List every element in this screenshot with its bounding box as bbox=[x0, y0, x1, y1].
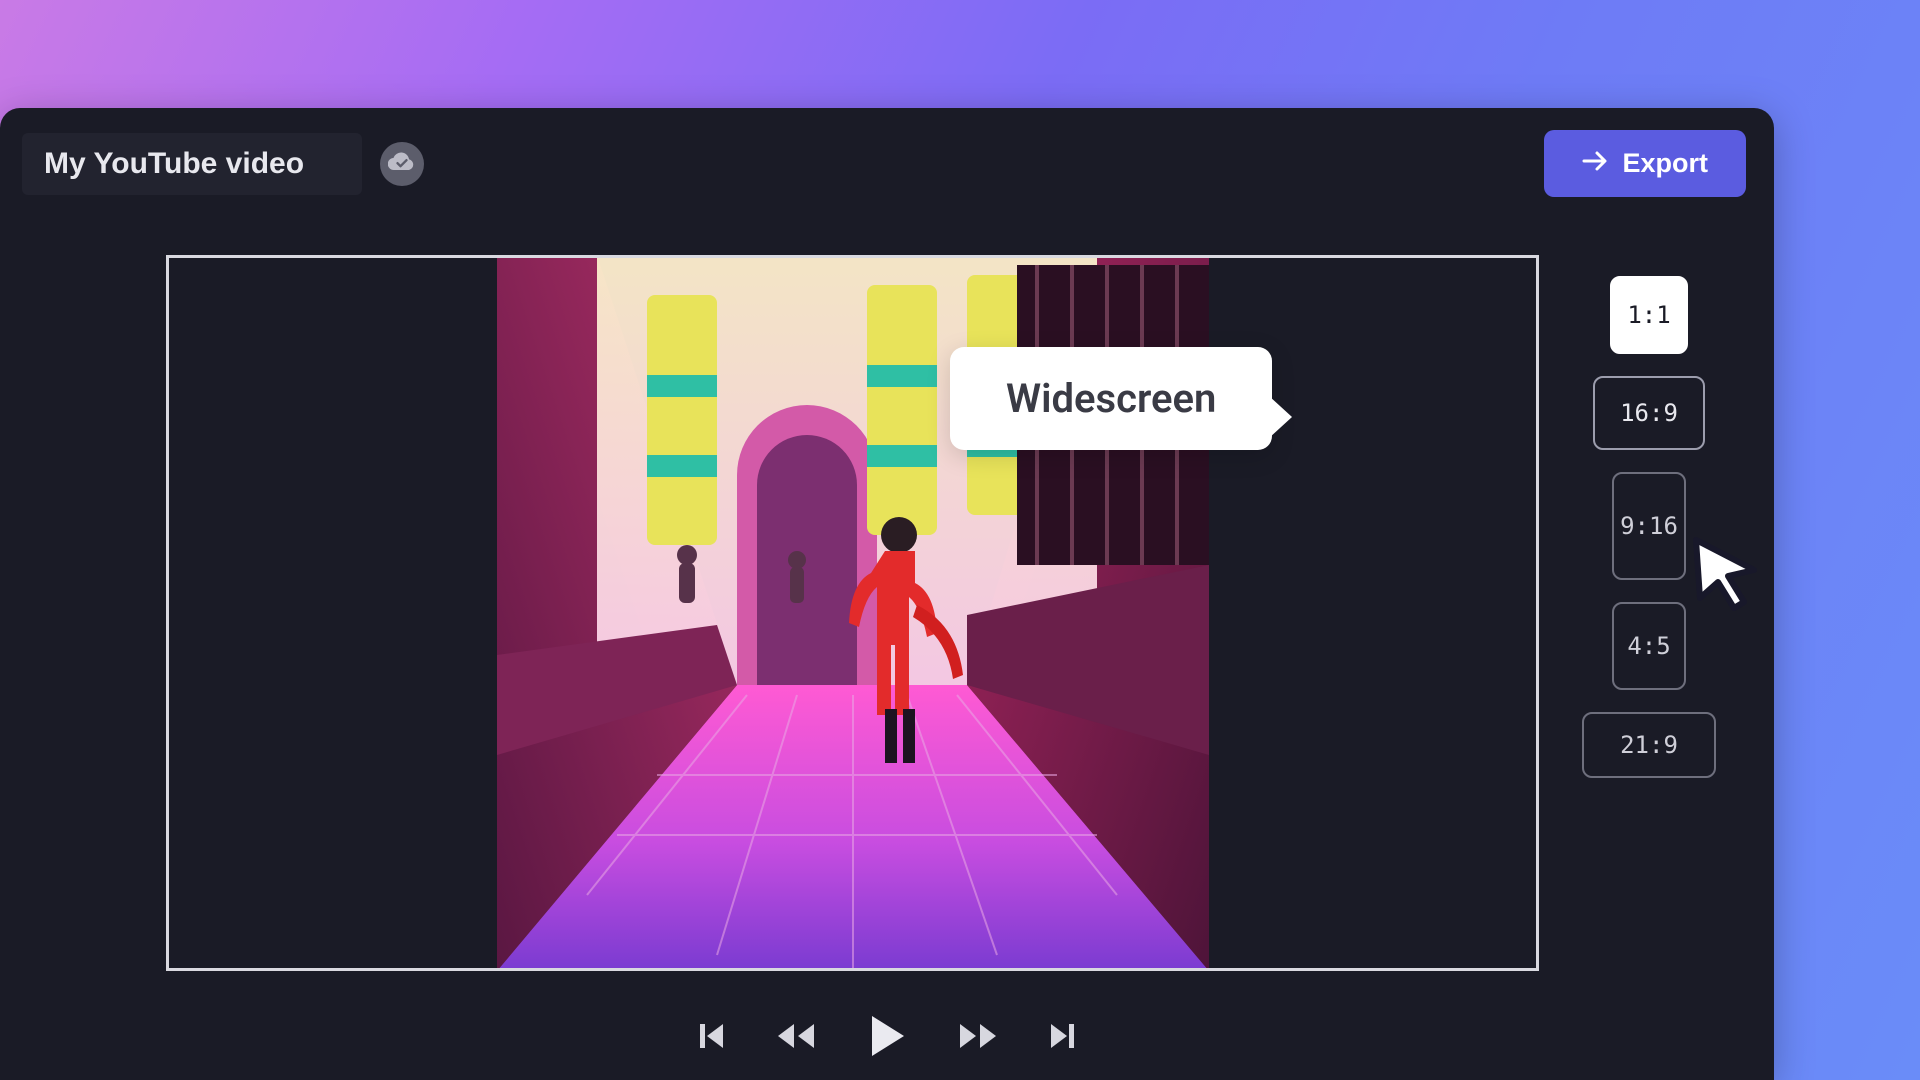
fast-forward-button[interactable] bbox=[958, 1021, 998, 1054]
arrow-right-icon bbox=[1582, 148, 1608, 179]
skip-end-button[interactable] bbox=[1048, 1021, 1076, 1054]
rewind-button[interactable] bbox=[776, 1021, 816, 1054]
header-bar: Export bbox=[0, 108, 1774, 197]
ratio-label: 21:9 bbox=[1620, 731, 1678, 759]
aspect-ratio-4-5[interactable]: 4:5 bbox=[1612, 602, 1686, 690]
export-button-label: Export bbox=[1622, 148, 1708, 179]
skip-start-button[interactable] bbox=[698, 1021, 726, 1054]
aspect-ratio-16-9[interactable]: 16:9 bbox=[1593, 376, 1705, 450]
aspect-ratio-list: 1:1 16:9 9:16 4:5 21:9 bbox=[1582, 276, 1716, 778]
skip-start-icon bbox=[698, 1021, 726, 1054]
rewind-icon bbox=[776, 1021, 816, 1054]
fast-forward-icon bbox=[958, 1021, 998, 1054]
video-canvas[interactable] bbox=[166, 255, 1539, 971]
play-button[interactable] bbox=[866, 1013, 908, 1062]
play-icon bbox=[866, 1013, 908, 1062]
ratio-label: 4:5 bbox=[1627, 632, 1670, 660]
aspect-ratio-1-1[interactable]: 1:1 bbox=[1610, 276, 1688, 354]
project-title-input[interactable] bbox=[22, 133, 362, 195]
tooltip-label: Widescreen bbox=[1006, 375, 1216, 422]
cloud-check-icon bbox=[388, 151, 416, 177]
skip-end-icon bbox=[1048, 1021, 1076, 1054]
cursor-pointer-icon bbox=[1690, 536, 1768, 618]
ratio-label: 9:16 bbox=[1620, 512, 1678, 540]
cloud-sync-status bbox=[380, 142, 424, 186]
aspect-ratio-21-9[interactable]: 21:9 bbox=[1582, 712, 1716, 778]
editor-app: Export bbox=[0, 108, 1774, 1080]
ratio-label: 1:1 bbox=[1627, 301, 1670, 329]
player-controls bbox=[698, 1013, 1076, 1080]
aspect-ratio-9-16[interactable]: 9:16 bbox=[1612, 472, 1686, 580]
export-button[interactable]: Export bbox=[1544, 130, 1746, 197]
aspect-ratio-tooltip: Widescreen bbox=[950, 347, 1272, 450]
ratio-label: 16:9 bbox=[1620, 399, 1678, 427]
